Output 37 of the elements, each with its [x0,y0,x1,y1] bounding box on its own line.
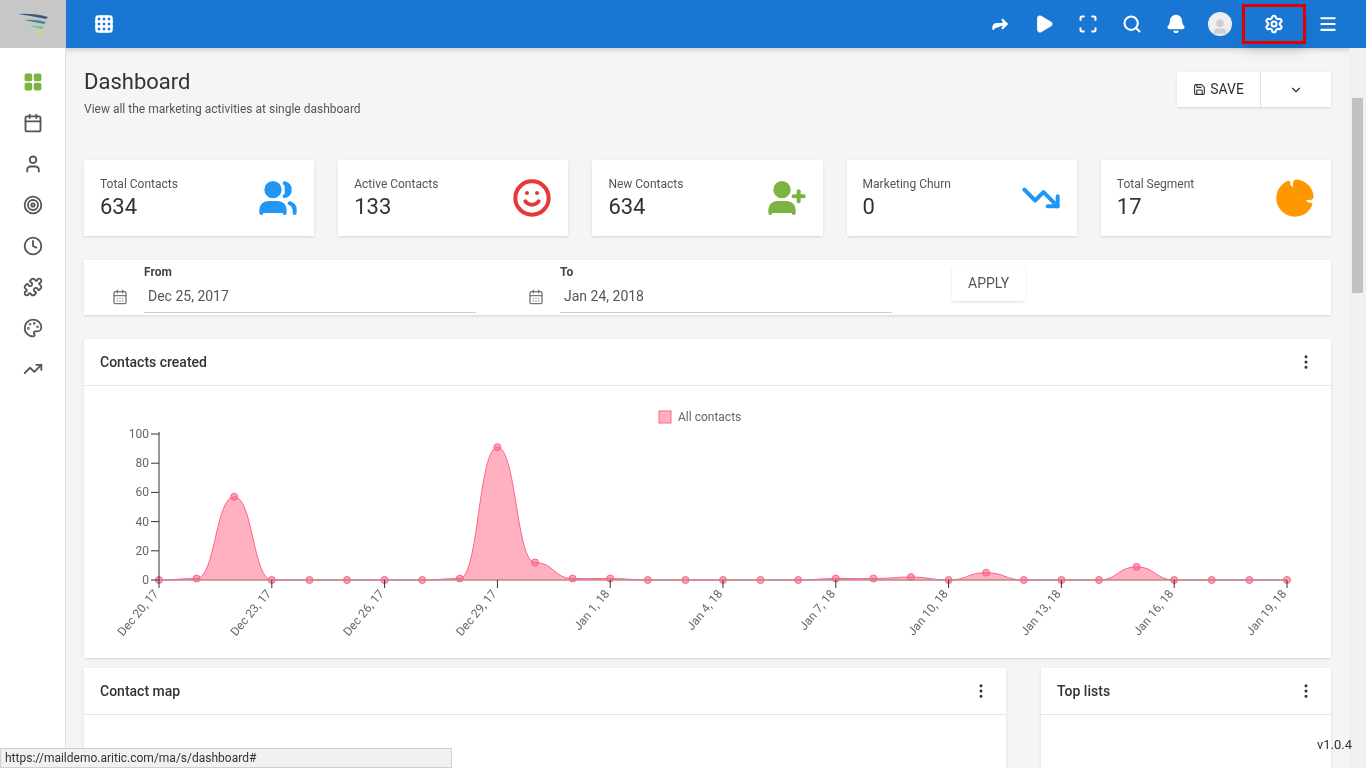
page-subtitle: View all the marketing activities at single dashboard [84,101,361,118]
x-tick-label: Jan 13, 18 [1017,586,1064,639]
y-tick-label: 100 [128,427,149,441]
y-tick-label: 20 [135,543,149,558]
stat-value: 17 [1116,193,1143,221]
x-tick-label: Dec 20, 17 [114,586,162,639]
stat-value: 634 [100,193,139,221]
legend-label: All contacts [678,410,742,424]
stat-label: Marketing Churn [862,176,951,193]
stat-label: New Contacts [608,176,684,193]
y-tick-label: 40 [135,514,149,529]
x-tick-label: Dec 26, 17 [340,586,387,639]
card-title: Contact map [100,681,181,701]
stat-value: 634 [608,193,647,221]
y-tick-label: 0 [142,573,149,587]
stat-label: Total Contacts [100,176,178,193]
x-tick-label: Dec 29, 17 [453,586,500,639]
y-tick-label: 80 [135,456,149,471]
card-title: Top lists [1057,681,1111,701]
x-tick-label: Jan 19, 18 [1243,586,1290,639]
date-field-label: From [144,263,173,281]
date-field-label: To [560,263,575,281]
stat-value: 0 [862,193,876,221]
x-tick-label: Jan 7, 18 [796,586,839,633]
stat-label: Total Segment [1116,176,1195,193]
x-tick-label: Jan 1, 18 [570,586,613,633]
y-tick-label: 60 [135,485,149,500]
x-tick-label: Jan 16, 18 [1130,586,1177,639]
stat-value: 133 [354,193,393,221]
card-title: Contacts created [100,352,207,372]
version-label: v1.0.4 [1316,735,1352,754]
stat-label: Active Contacts [354,176,439,193]
x-tick-label: Dec 23, 17 [227,586,275,639]
page-title: Dashboard [84,68,192,96]
status-url: https://maildemo.aritic.com/ma/s/dashboard# [0,748,452,768]
x-tick-label: Jan 4, 18 [683,586,726,633]
x-tick-label: Jan 10, 18 [904,586,951,639]
